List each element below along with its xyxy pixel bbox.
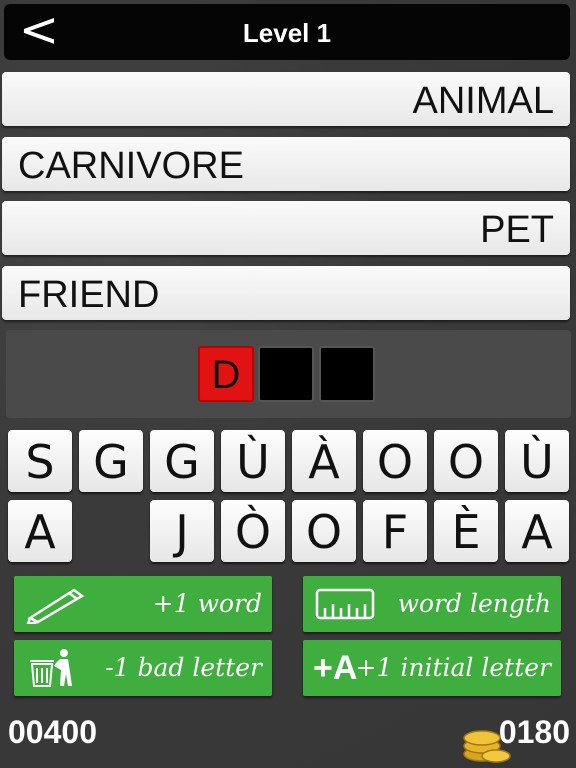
score-value: 00400: [8, 714, 97, 750]
letter-tile[interactable]: Ù: [505, 430, 569, 492]
trash-bin-icon: [30, 649, 72, 687]
clue-4: FRIEND: [2, 266, 570, 320]
letter-tile[interactable]: Ò: [221, 500, 285, 562]
letter-tile[interactable]: G: [79, 430, 143, 492]
letter-tile[interactable]: Ù: [221, 430, 285, 492]
letter-tile[interactable]: È: [434, 500, 498, 562]
answer-area: D: [6, 330, 571, 418]
answer-slot-1[interactable]: D: [198, 346, 254, 402]
bad-letter-label: -1 bad letter: [105, 653, 262, 682]
top-bar: < Level 1: [4, 4, 570, 60]
letter-tile[interactable]: O: [292, 500, 356, 562]
letter-tile[interactable]: O: [434, 430, 498, 492]
letter-tile[interactable]: A: [505, 500, 569, 562]
word-length-button[interactable]: word length: [303, 576, 561, 632]
clue-1: ANIMAL: [2, 72, 570, 126]
clue-3: PET: [2, 201, 570, 255]
bad-letter-button[interactable]: -1 bad letter: [14, 640, 272, 696]
word-length-label: word length: [397, 589, 551, 618]
answer-slot-2[interactable]: [258, 346, 314, 402]
letter-tile[interactable]: G: [150, 430, 214, 492]
plus-word-button[interactable]: +1 word: [14, 576, 272, 632]
letter-tile[interactable]: F: [363, 500, 427, 562]
plus-word-label: +1 word: [152, 589, 262, 618]
letter-tile[interactable]: O: [363, 430, 427, 492]
coins-value: 0180: [498, 714, 570, 750]
pencil-icon: [26, 588, 85, 624]
ruler-icon: [315, 588, 375, 620]
letter-tile[interactable]: A: [8, 500, 72, 562]
answer-slot-3[interactable]: [319, 346, 375, 402]
letter-tile[interactable]: J: [150, 500, 214, 562]
clue-2: CARNIVORE: [2, 137, 570, 191]
level-title: Level 1: [242, 18, 332, 48]
initial-letter-button[interactable]: +A +1 initial letter: [303, 640, 561, 696]
initial-letter-label: +1 initial letter: [355, 653, 551, 682]
letter-tile[interactable]: À: [292, 430, 356, 492]
plus-a-icon: +A: [313, 649, 358, 687]
letter-tile[interactable]: S: [8, 430, 72, 492]
